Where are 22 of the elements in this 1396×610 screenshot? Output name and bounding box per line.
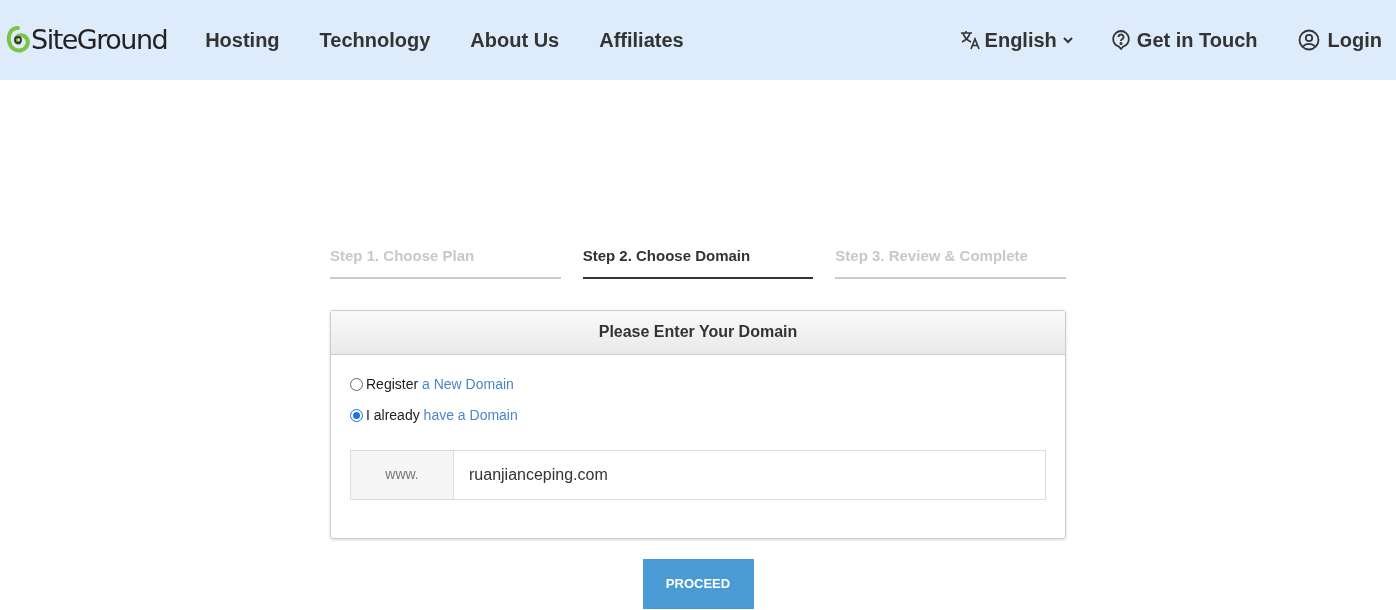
nav-link[interactable]: About Us <box>470 25 560 55</box>
domain-link[interactable]: a New Domain <box>422 375 514 392</box>
login-link[interactable]: Login <box>1297 25 1382 55</box>
www-prefix: www. <box>350 449 454 500</box>
nav-link[interactable]: Hosting <box>205 25 280 55</box>
domain-input[interactable]: ruanjianceping.com <box>454 449 1046 500</box>
translate-icon <box>958 29 981 51</box>
step-tab[interactable]: Step 2. Choose Domain <box>582 245 814 279</box>
contact-link[interactable]: Get in Touch <box>1110 25 1258 55</box>
nav-link[interactable]: Technology <box>319 25 431 55</box>
language-selector[interactable]: English <box>958 25 1075 55</box>
panel-title: Please Enter Your Domain <box>331 310 1065 355</box>
radio-button[interactable] <box>350 408 363 422</box>
radio-label: I already have a Domain <box>366 405 518 425</box>
domain-link[interactable]: have a Domain <box>423 406 518 423</box>
user-icon <box>1297 29 1320 51</box>
radio-label: Register a New Domain <box>366 374 514 394</box>
radio-button[interactable] <box>350 377 363 391</box>
logo[interactable]: SiteGround <box>31 19 168 61</box>
logo-swirl-icon <box>6 25 30 55</box>
question-bubble-icon <box>1110 29 1131 51</box>
nav-link[interactable]: Affiliates <box>599 25 684 55</box>
